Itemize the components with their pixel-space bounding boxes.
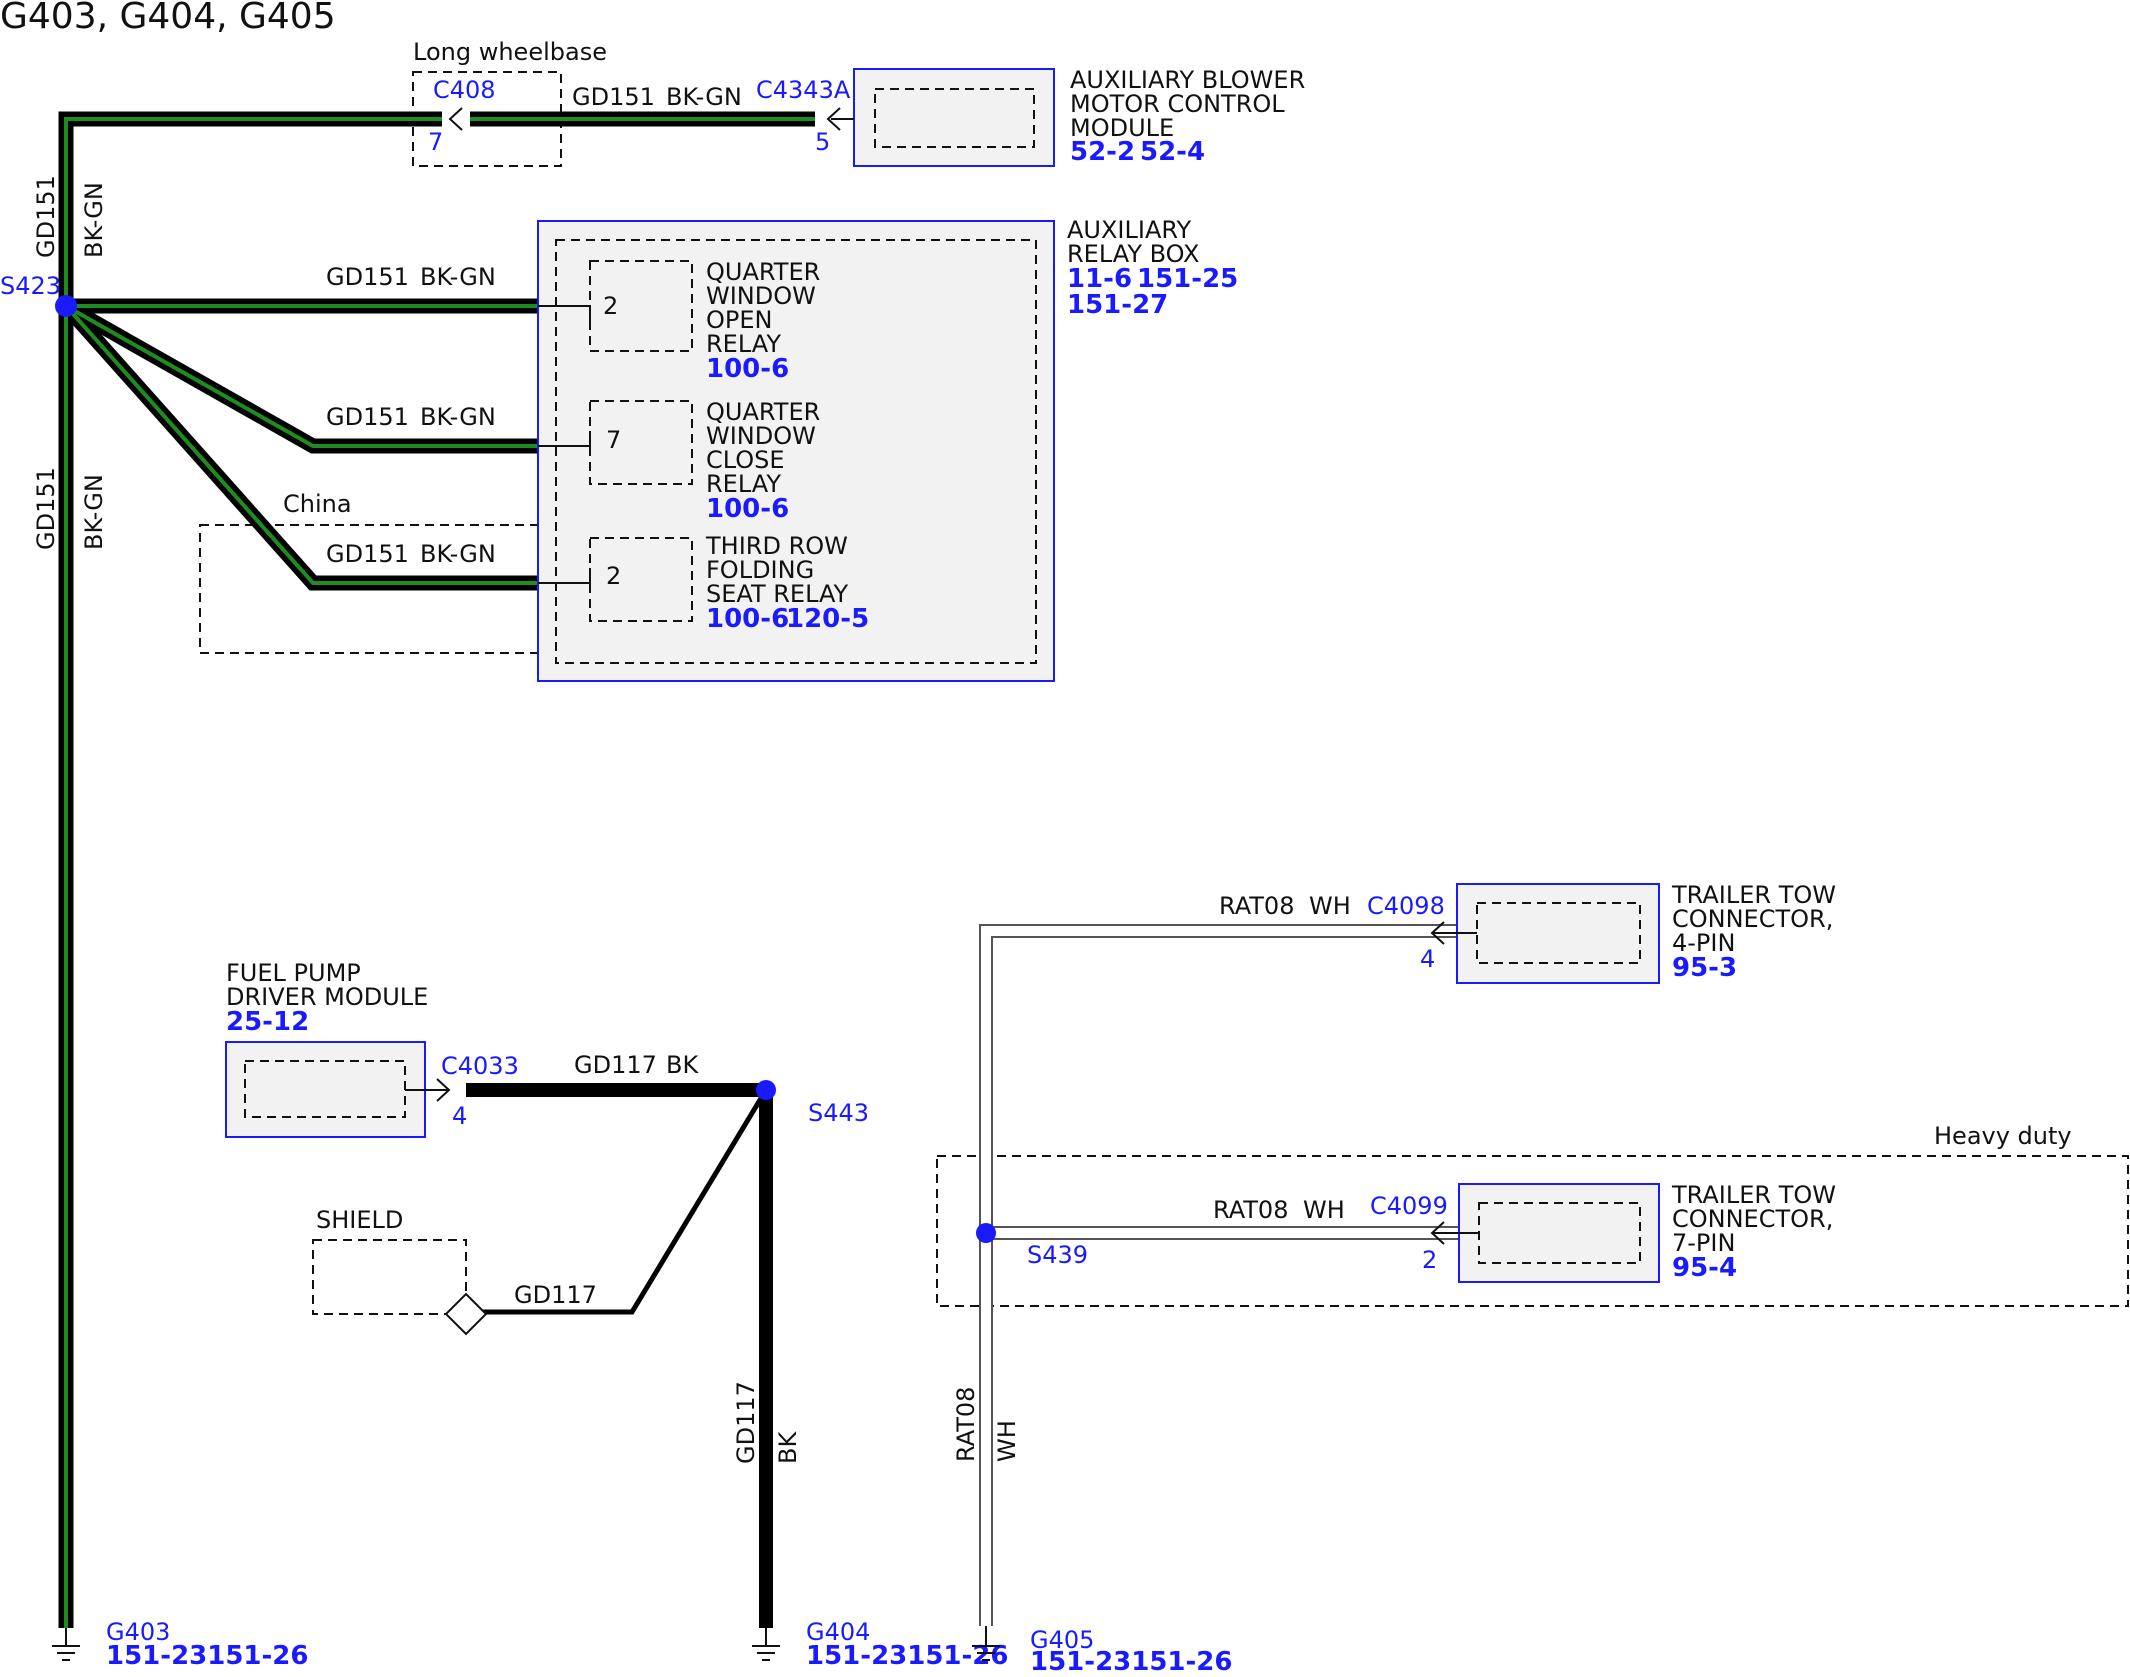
china-label: China: [283, 490, 352, 518]
relay-open-ref: 100-6: [706, 354, 789, 384]
wire-label-circuit: GD151: [326, 263, 409, 291]
gd117-wire-group: [466, 1083, 773, 1628]
wire-label-color: BK-GN: [666, 83, 742, 111]
wire-label-circuit: GD151: [326, 540, 409, 568]
rat08-wire-group: [979, 924, 1462, 1626]
connector-c4098-pin: 4: [1420, 945, 1435, 973]
wire-label-circuit: GD151: [572, 83, 655, 111]
ground-g403-refs: 151-23151-26: [106, 1641, 309, 1671]
wire-label-circuit: GD117: [514, 1281, 597, 1309]
wire-label-color: BK-GN: [80, 474, 108, 550]
connector-c4099-pin: 2: [1422, 1246, 1437, 1274]
wire-label-color: BK-GN: [80, 182, 108, 258]
wire-label-color: BK-GN: [420, 263, 496, 291]
relay-close-pin: 7: [606, 426, 621, 454]
splice-s443-label: S443: [808, 1099, 869, 1127]
relay-close-ref: 100-6: [706, 494, 789, 524]
gd117-main-wire: [466, 1083, 773, 1628]
trailer-4pin-ref: 95-3: [1672, 953, 1737, 983]
trailer-7pin-inner: [1478, 1202, 1641, 1264]
connector-c408-id: C408: [433, 76, 496, 104]
relay-third-ref-1: 100-6: [706, 604, 789, 634]
shield-termination-icon: [444, 1292, 488, 1336]
rat08-main-wire: [979, 924, 1462, 1626]
wire-label-circuit: GD117: [732, 1381, 760, 1464]
wire-label-color: BK: [774, 1431, 802, 1464]
trailer-7pin-ref: 95-4: [1672, 1253, 1737, 1283]
wiring-diagram: G403, G404, G405 Long wheelbase China He…: [0, 0, 2130, 1677]
fuel-pump-module-inner: [244, 1060, 406, 1118]
ground-icon: [52, 1628, 80, 1661]
connector-c4033-pin: 4: [452, 1102, 467, 1130]
page-title: G403, G404, G405: [0, 0, 336, 37]
connector-c4343a-pin: 5: [815, 128, 830, 156]
wire-label-color: BK: [666, 1051, 699, 1079]
wire-label-circuit: RAT08: [1219, 892, 1294, 920]
splice-icon: [756, 1080, 776, 1100]
blower-module-ref-1: 52-2: [1070, 137, 1135, 167]
shield-label: SHIELD: [316, 1206, 403, 1234]
connector-c408-pin: 7: [428, 128, 443, 156]
ground-g405-refs: 151-23151-26: [1030, 1647, 1233, 1672]
gd117-shield-drain-wire: [466, 1088, 769, 1315]
wire-label-circuit: GD151: [326, 403, 409, 431]
long-wheelbase-label: Long wheelbase: [413, 38, 607, 66]
relay-third-ref-2: 120-5: [786, 604, 869, 634]
fuel-pump-ref: 25-12: [226, 1007, 309, 1037]
blower-module-inner: [874, 88, 1035, 148]
splice-icon: [976, 1223, 996, 1243]
relay-box-ref-3: 151-27: [1067, 290, 1168, 320]
connector-c4098-id: C4098: [1367, 892, 1445, 920]
wire-label-color: BK-GN: [420, 403, 496, 431]
connector-arrow-icon: [448, 107, 463, 131]
wire-label-color: BK-GN: [420, 540, 496, 568]
heavy-duty-label: Heavy duty: [1934, 1122, 2072, 1150]
splice-s439-label: S439: [1027, 1241, 1088, 1269]
wire-label-circuit: RAT08: [1213, 1196, 1288, 1224]
wire-label-color: WH: [993, 1420, 1021, 1462]
ground-icon: [752, 1628, 780, 1661]
wire-label-color: WH: [1309, 892, 1351, 920]
splice-s423-label: S423: [0, 272, 61, 300]
trailer-4pin-inner: [1476, 902, 1641, 964]
wire-label-circuit: GD117: [574, 1051, 657, 1079]
connector-c4343a-id: C4343A: [756, 76, 851, 104]
connector-c4099-id: C4099: [1370, 1192, 1448, 1220]
wire-label-circuit: RAT08: [952, 1387, 980, 1462]
relay-third-pin: 2: [606, 562, 621, 590]
wire-label-color: WH: [1303, 1196, 1345, 1224]
wire-label-circuit: GD151: [32, 467, 60, 550]
shield-boundary: [312, 1239, 467, 1315]
blower-module-ref-2: 52-4: [1140, 137, 1205, 167]
connector-c4033-id: C4033: [441, 1052, 519, 1080]
relay-open-pin: 2: [603, 292, 618, 320]
wiring-diagram-svg: G403, G404, G405 Long wheelbase China He…: [0, 0, 2129, 1677]
wire-label-circuit: GD151: [32, 175, 60, 258]
